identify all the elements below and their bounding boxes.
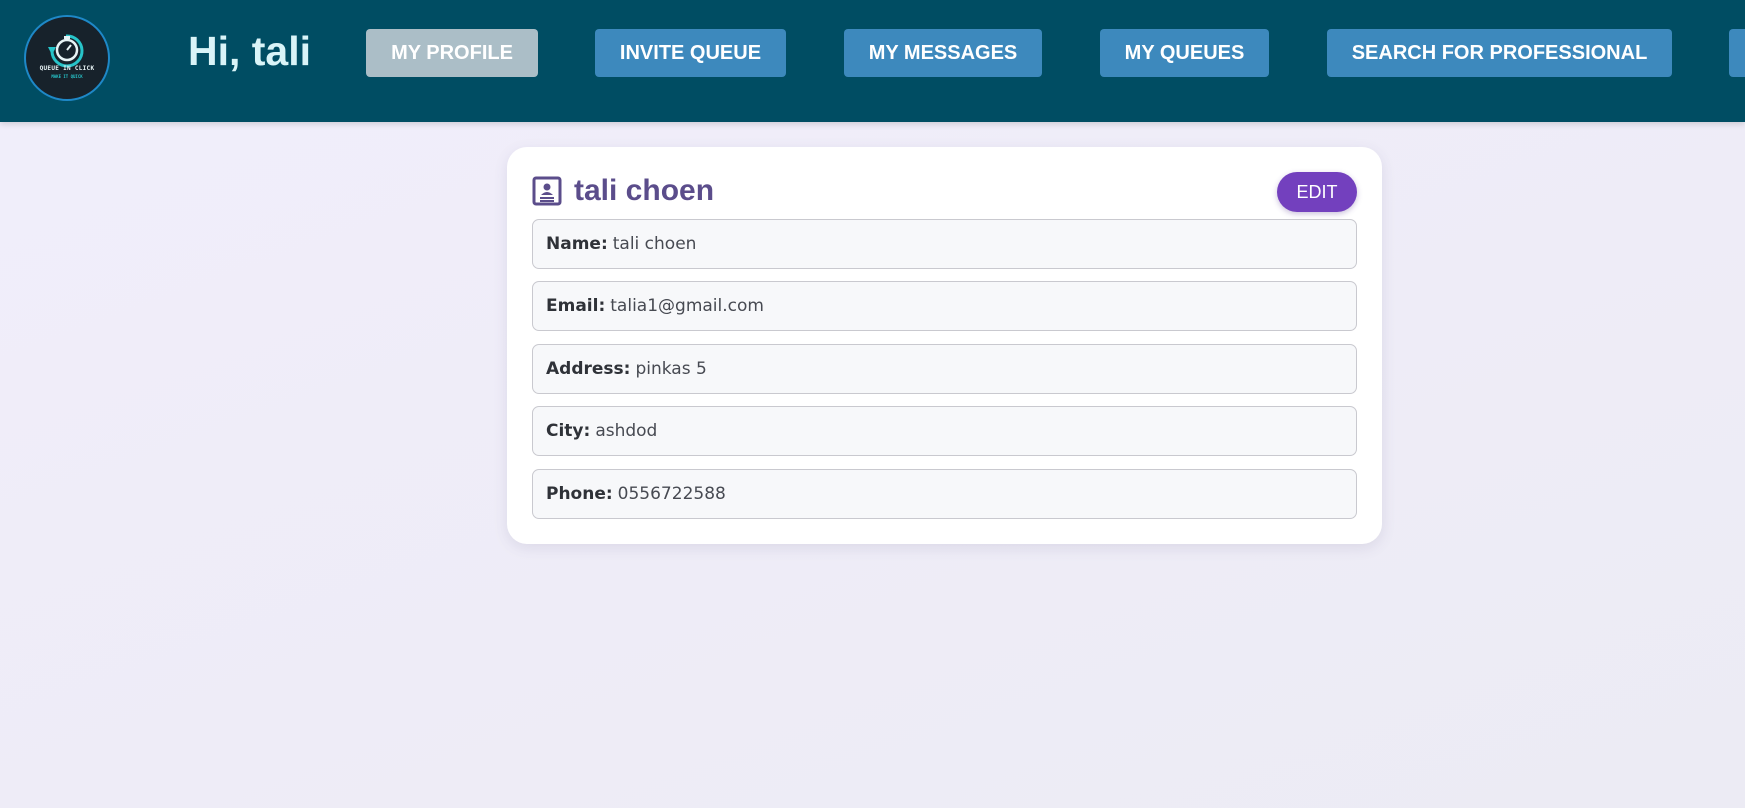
nav-overflow-button[interactable] bbox=[1729, 29, 1745, 77]
nav-my-profile-button[interactable]: MY PROFILE bbox=[366, 29, 538, 77]
nav-my-messages-button[interactable]: MY MESSAGES bbox=[844, 29, 1042, 77]
email-field: Email: talia1@gmail.com bbox=[532, 281, 1357, 331]
email-label: Email: bbox=[546, 296, 606, 316]
nav-search-professional-button[interactable]: SEARCH FOR PROFESSIONAL bbox=[1327, 29, 1672, 77]
address-value: pinkas 5 bbox=[635, 359, 707, 379]
phone-field: Phone: 0556722588 bbox=[532, 469, 1357, 519]
logo-tagline: MAKE IT QUICK bbox=[51, 74, 83, 79]
nav-invite-queue-button[interactable]: INVITE QUEUE bbox=[595, 29, 786, 77]
profile-card: tali choen EDIT Name: tali choen Email: … bbox=[507, 147, 1382, 544]
phone-value: 0556722588 bbox=[617, 484, 726, 504]
name-value: tali choen bbox=[612, 234, 697, 254]
app-logo[interactable]: QUEUE IN CLICK MAKE IT QUICK bbox=[24, 15, 110, 101]
greeting-text: Hi, tali bbox=[188, 28, 312, 74]
city-value: ashdod bbox=[595, 421, 658, 441]
address-label: Address: bbox=[546, 359, 631, 379]
city-label: City: bbox=[546, 421, 591, 441]
profile-title: tali choen bbox=[574, 174, 715, 207]
contact-card-icon bbox=[532, 176, 562, 206]
stopwatch-icon bbox=[48, 34, 84, 68]
nav-my-queues-button[interactable]: MY QUEUES bbox=[1100, 29, 1269, 77]
name-field: Name: tali choen bbox=[532, 219, 1357, 269]
edit-button[interactable]: EDIT bbox=[1277, 172, 1357, 212]
address-field: Address: pinkas 5 bbox=[532, 344, 1357, 394]
top-navigation-bar: QUEUE IN CLICK MAKE IT QUICK Hi, tali MY… bbox=[0, 0, 1745, 122]
name-label: Name: bbox=[546, 234, 608, 254]
email-value: talia1@gmail.com bbox=[610, 296, 764, 316]
city-field: City: ashdod bbox=[532, 406, 1357, 456]
logo-title: QUEUE IN CLICK bbox=[39, 65, 95, 72]
phone-label: Phone: bbox=[546, 484, 613, 504]
